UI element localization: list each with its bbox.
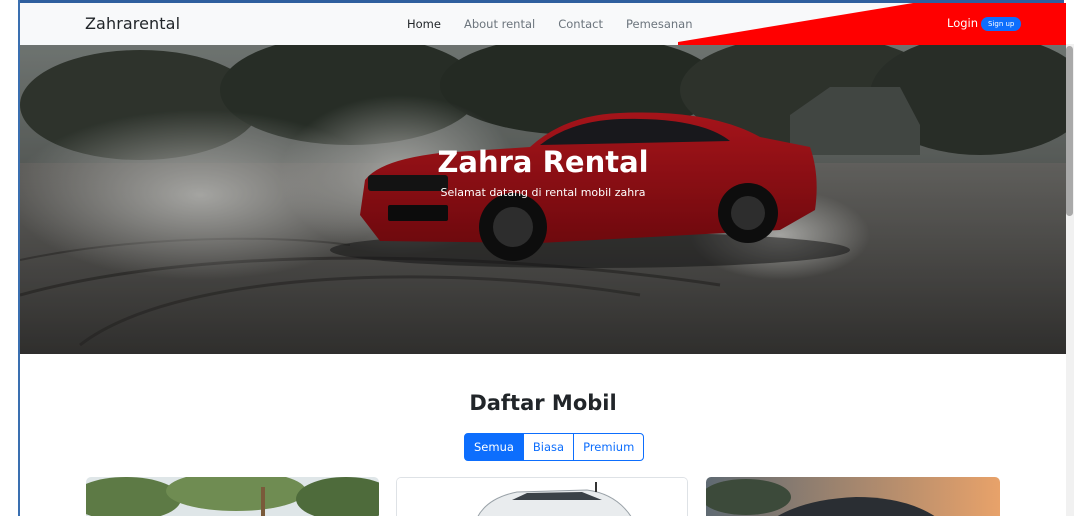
nav-links: Home About rental Contact Pemesanan xyxy=(407,17,693,31)
brand-logo[interactable]: Zahrarental xyxy=(85,14,180,33)
car-card-3[interactable] xyxy=(706,477,1000,516)
filter-semua-button[interactable]: Semua xyxy=(464,433,524,461)
car-filter-group: Semua Biasa Premium xyxy=(464,433,645,461)
filter-biasa-button[interactable]: Biasa xyxy=(522,433,575,461)
catalog-title: Daftar Mobil xyxy=(469,391,617,415)
car-card-2[interactable] xyxy=(396,477,688,516)
nav-link-about-rental[interactable]: About rental xyxy=(464,17,535,31)
hero-background-image xyxy=(20,45,1066,354)
filter-premium-button[interactable]: Premium xyxy=(573,433,645,461)
login-link[interactable]: Login xyxy=(947,16,978,30)
page-scrollbar-thumb[interactable] xyxy=(1066,46,1073,216)
navbar: Zahrarental Home About rental Contact Pe… xyxy=(20,3,1066,45)
car-card-2-image xyxy=(397,478,687,516)
car-card-1-image xyxy=(86,477,379,516)
screen-frame-left xyxy=(0,0,20,516)
signup-button[interactable]: Sign up xyxy=(981,17,1022,31)
nav-link-home[interactable]: Home xyxy=(407,17,441,31)
hero-title: Zahra Rental xyxy=(437,145,649,179)
hero-banner: Zahra Rental Selamat datang di rental mo… xyxy=(20,45,1066,354)
nav-link-contact[interactable]: Contact xyxy=(558,17,603,31)
car-card-3-image xyxy=(706,477,1000,516)
car-card-1[interactable] xyxy=(86,477,379,516)
hero-subtitle: Selamat datang di rental mobil zahra xyxy=(440,186,646,199)
